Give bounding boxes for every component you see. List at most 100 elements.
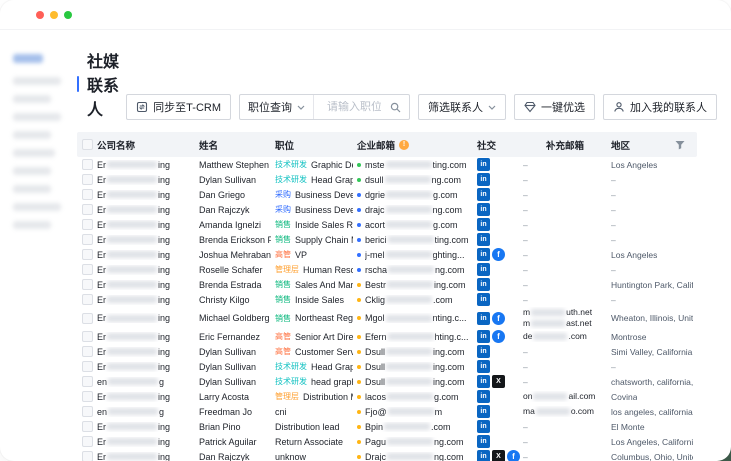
- select-all-checkbox[interactable]: [82, 139, 93, 150]
- row-checkbox[interactable]: [82, 376, 93, 387]
- linkedin-icon[interactable]: in: [477, 375, 490, 388]
- linkedin-icon[interactable]: in: [477, 173, 490, 186]
- table-row: EringDylan Sullivan技术研发Head Graphic Desi…: [77, 172, 697, 187]
- facebook-icon[interactable]: f: [507, 450, 520, 461]
- row-checkbox[interactable]: [82, 264, 93, 275]
- empty-value: –: [611, 295, 616, 305]
- blurred-text: [107, 363, 157, 370]
- minimize-window-button[interactable]: [50, 11, 58, 19]
- row-checkbox[interactable]: [82, 249, 93, 260]
- linkedin-icon[interactable]: in: [477, 233, 490, 246]
- row-checkbox[interactable]: [82, 436, 93, 447]
- row-checkbox[interactable]: [82, 234, 93, 245]
- add-to-my-contacts-button[interactable]: 加入我的联系人: [603, 94, 717, 120]
- row-checkbox[interactable]: [82, 189, 93, 200]
- sidebar-item-placeholder[interactable]: [13, 185, 51, 193]
- text: g.com: [433, 220, 458, 230]
- company-cell: Ering: [97, 160, 199, 170]
- facebook-icon[interactable]: f: [492, 330, 505, 343]
- linkedin-icon[interactable]: in: [477, 405, 490, 418]
- sidebar-item-placeholder[interactable]: [13, 221, 51, 229]
- social-cell: inf: [477, 312, 523, 325]
- linkedin-icon[interactable]: in: [477, 360, 490, 373]
- facebook-icon[interactable]: f: [492, 312, 505, 325]
- name-cell: Dan Rajczyk: [199, 205, 275, 215]
- supp-email-cell: –: [523, 295, 611, 305]
- row-checkbox[interactable]: [82, 204, 93, 215]
- linkedin-icon[interactable]: in: [477, 330, 490, 343]
- sync-to-tcrm-button[interactable]: 同步至T-CRM: [126, 94, 231, 120]
- text: Er: [97, 190, 106, 200]
- column-header-region-label: 地区: [611, 138, 630, 152]
- filter-icon[interactable]: [675, 140, 685, 150]
- text: m: [523, 307, 530, 318]
- linkedin-icon[interactable]: in: [477, 218, 490, 231]
- empty-value: –: [523, 347, 528, 357]
- linkedin-icon[interactable]: in: [477, 203, 490, 216]
- row-checkbox[interactable]: [82, 279, 93, 290]
- position-query-select[interactable]: 职位查询: [240, 95, 314, 119]
- x-icon[interactable]: X: [492, 375, 505, 388]
- blurred-text: [107, 348, 157, 355]
- row-checkbox[interactable]: [82, 361, 93, 372]
- blurred-text: [385, 176, 431, 183]
- sidebar-item-placeholder[interactable]: [13, 77, 61, 85]
- row-checkbox[interactable]: [82, 174, 93, 185]
- row-checkbox[interactable]: [82, 421, 93, 432]
- supp-email-line: mast.net: [523, 318, 592, 329]
- linkedin-icon[interactable]: in: [477, 158, 490, 171]
- region-cell: –: [611, 190, 697, 200]
- zoom-window-button[interactable]: [64, 11, 72, 19]
- company-cell: Ering: [97, 452, 199, 461]
- position-search-input[interactable]: [319, 101, 385, 113]
- table-row: engFreedman JocniFjo@minmao.comlos angel…: [77, 404, 697, 419]
- position-cell: 销售Sales And Marketing Sp...: [275, 279, 357, 290]
- linkedin-icon[interactable]: in: [477, 435, 490, 448]
- sidebar-item-placeholder[interactable]: [13, 95, 51, 103]
- row-checkbox[interactable]: [82, 219, 93, 230]
- sidebar-item-placeholder[interactable]: [13, 113, 61, 121]
- blurred-text: [107, 315, 157, 322]
- text: Dsull: [365, 347, 385, 357]
- sidebar-item-placeholder[interactable]: [13, 149, 55, 157]
- email-status-dot: [357, 365, 361, 369]
- linkedin-icon[interactable]: in: [477, 293, 490, 306]
- row-checkbox[interactable]: [82, 346, 93, 357]
- name-cell: Dan Rajczyk: [199, 452, 275, 461]
- facebook-icon[interactable]: f: [492, 248, 505, 261]
- position-cell: 管理层Human Resources Ma...: [275, 264, 357, 275]
- sidebar-item-placeholder[interactable]: [13, 131, 51, 139]
- chevron-down-icon: [488, 105, 496, 110]
- one-click-optimize-button[interactable]: 一键优选: [514, 94, 595, 120]
- filter-contacts-dropdown[interactable]: 筛选联系人: [418, 94, 506, 120]
- row-checkbox[interactable]: [82, 391, 93, 402]
- linkedin-icon[interactable]: in: [477, 390, 490, 403]
- row-checkbox[interactable]: [82, 313, 93, 324]
- blurred-text: [386, 251, 432, 258]
- close-window-button[interactable]: [36, 11, 44, 19]
- checkbox-cell: [77, 249, 97, 260]
- linkedin-icon[interactable]: in: [477, 420, 490, 433]
- linkedin-icon[interactable]: in: [477, 450, 490, 461]
- sidebar-item-placeholder[interactable]: [13, 167, 51, 175]
- row-checkbox[interactable]: [82, 331, 93, 342]
- sidebar-item-placeholder[interactable]: [13, 203, 61, 211]
- position-cell: 技术研发Head Graphic Desig...: [275, 361, 357, 372]
- linkedin-icon[interactable]: in: [477, 263, 490, 276]
- linkedin-icon[interactable]: in: [477, 248, 490, 261]
- empty-value: –: [523, 377, 528, 387]
- contact-name: Roselle Schafer: [199, 265, 263, 275]
- email-cell: Pagung.com: [357, 437, 477, 447]
- linkedin-icon[interactable]: in: [477, 345, 490, 358]
- row-checkbox[interactable]: [82, 159, 93, 170]
- position-text: Head Graphic Desig...: [311, 175, 353, 185]
- department-tag: 高管: [275, 249, 291, 260]
- x-icon[interactable]: X: [492, 450, 505, 461]
- linkedin-icon[interactable]: in: [477, 188, 490, 201]
- linkedin-icon[interactable]: in: [477, 312, 490, 325]
- row-checkbox[interactable]: [82, 451, 93, 461]
- supp-email-cell: –: [523, 452, 611, 461]
- row-checkbox[interactable]: [82, 406, 93, 417]
- row-checkbox[interactable]: [82, 294, 93, 305]
- linkedin-icon[interactable]: in: [477, 278, 490, 291]
